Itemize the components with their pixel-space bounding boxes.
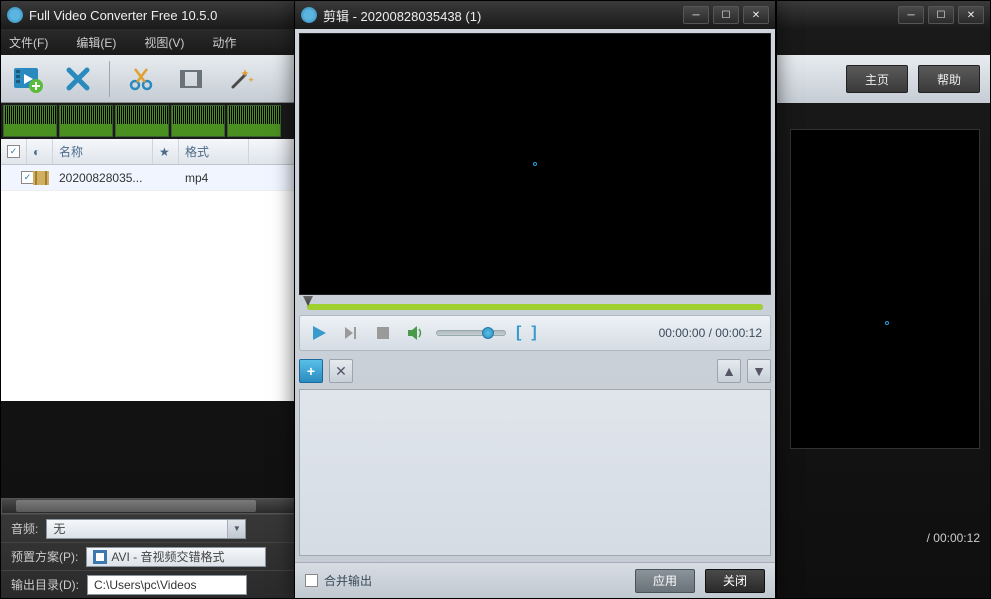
app-logo-icon [301, 7, 317, 23]
play-button[interactable] [308, 322, 330, 344]
volume-icon[interactable] [404, 322, 426, 344]
app-logo-icon [7, 7, 23, 23]
modal-title: 剪辑 - 20200828035438 (1) [323, 6, 481, 25]
menu-edit[interactable]: 编辑(E) [76, 34, 116, 51]
thumbnail[interactable] [3, 105, 57, 137]
side-time-display: / 00:00:12 [927, 531, 980, 545]
cell-name: 20200828035... [53, 171, 153, 185]
mark-out-button[interactable]: ] [531, 324, 536, 342]
preset-select[interactable]: AVI - 音视频交错格式 [86, 547, 266, 567]
stop-button[interactable] [372, 322, 394, 344]
modal-title-bar: 剪辑 - 20200828035438 (1) ─ ☐ ✕ [295, 1, 775, 29]
modal-maximize-button[interactable]: ☐ [713, 6, 739, 24]
clip-toolbar: + ✕ ▲ ▼ [299, 357, 771, 385]
preset-label: 预置方案(P): [11, 548, 78, 565]
select-all-checkbox[interactable] [7, 145, 20, 158]
effects-button[interactable] [222, 60, 260, 98]
minimize-button[interactable]: ─ [898, 6, 924, 24]
thumbnail[interactable] [171, 105, 225, 137]
modal-footer: 合并输出 应用 关闭 [295, 562, 775, 598]
column-name[interactable]: 名称 [53, 139, 153, 164]
video-preview [299, 33, 771, 295]
audio-select[interactable]: 无 ▼ [46, 519, 246, 539]
column-star[interactable]: ★ [153, 139, 179, 164]
move-up-button[interactable]: ▲ [717, 359, 741, 383]
trim-button[interactable] [122, 60, 160, 98]
merge-output-label: 合并输出 [324, 572, 372, 589]
close-dialog-button[interactable]: 关闭 [705, 569, 765, 593]
playback-controls: [ ] 00:00:00 / 00:00:12 [299, 315, 771, 351]
thumbnail[interactable] [227, 105, 281, 137]
mark-in-button[interactable]: [ [516, 324, 521, 342]
column-format[interactable]: 格式 [179, 139, 249, 164]
side-title-bar: ─ ☐ ✕ [777, 1, 990, 29]
thumbnail[interactable] [59, 105, 113, 137]
timeline[interactable] [299, 297, 771, 313]
menu-file[interactable]: 文件(F) [9, 34, 48, 51]
move-down-button[interactable]: ▼ [747, 359, 771, 383]
audio-label: 音频: [11, 520, 38, 537]
clip-list [299, 389, 771, 556]
output-path-input[interactable]: C:\Users\pc\Videos [87, 575, 247, 595]
side-window: ─ ☐ ✕ 主页 帮助 / 00:00:12 [776, 0, 991, 599]
output-label: 输出目录(D): [11, 576, 79, 593]
merge-output-checkbox[interactable] [305, 574, 318, 587]
apply-button[interactable]: 应用 [635, 569, 695, 593]
chevron-down-icon: ▼ [227, 520, 245, 538]
trim-dialog: 剪辑 - 20200828035438 (1) ─ ☐ ✕ [ ] 00:00:… [294, 0, 776, 599]
app-title: Full Video Converter Free 10.5.0 [29, 8, 217, 23]
thumbnail[interactable] [115, 105, 169, 137]
next-frame-button[interactable] [340, 322, 362, 344]
home-button[interactable]: 主页 [846, 65, 908, 93]
info-column-icon[interactable]: ◐ [27, 139, 53, 164]
help-button[interactable]: 帮助 [918, 65, 980, 93]
menu-view[interactable]: 视图(V) [144, 34, 184, 51]
volume-slider[interactable] [436, 330, 506, 336]
add-clip-button[interactable]: + [299, 359, 323, 383]
side-preview [790, 129, 980, 449]
toolbar-separator [109, 61, 110, 97]
add-file-button[interactable] [9, 60, 47, 98]
delete-button[interactable] [59, 60, 97, 98]
cell-format: mp4 [179, 171, 249, 185]
side-toolbar: 主页 帮助 [777, 55, 990, 103]
modal-minimize-button[interactable]: ─ [683, 6, 709, 24]
crop-button[interactable] [172, 60, 210, 98]
close-button[interactable]: ✕ [958, 6, 984, 24]
modal-close-button[interactable]: ✕ [743, 6, 769, 24]
time-display: 00:00:00 / 00:00:12 [659, 326, 762, 340]
maximize-button[interactable]: ☐ [928, 6, 954, 24]
menu-action[interactable]: 动作 [212, 34, 236, 51]
file-type-icon [27, 171, 53, 185]
remove-clip-button[interactable]: ✕ [329, 359, 353, 383]
